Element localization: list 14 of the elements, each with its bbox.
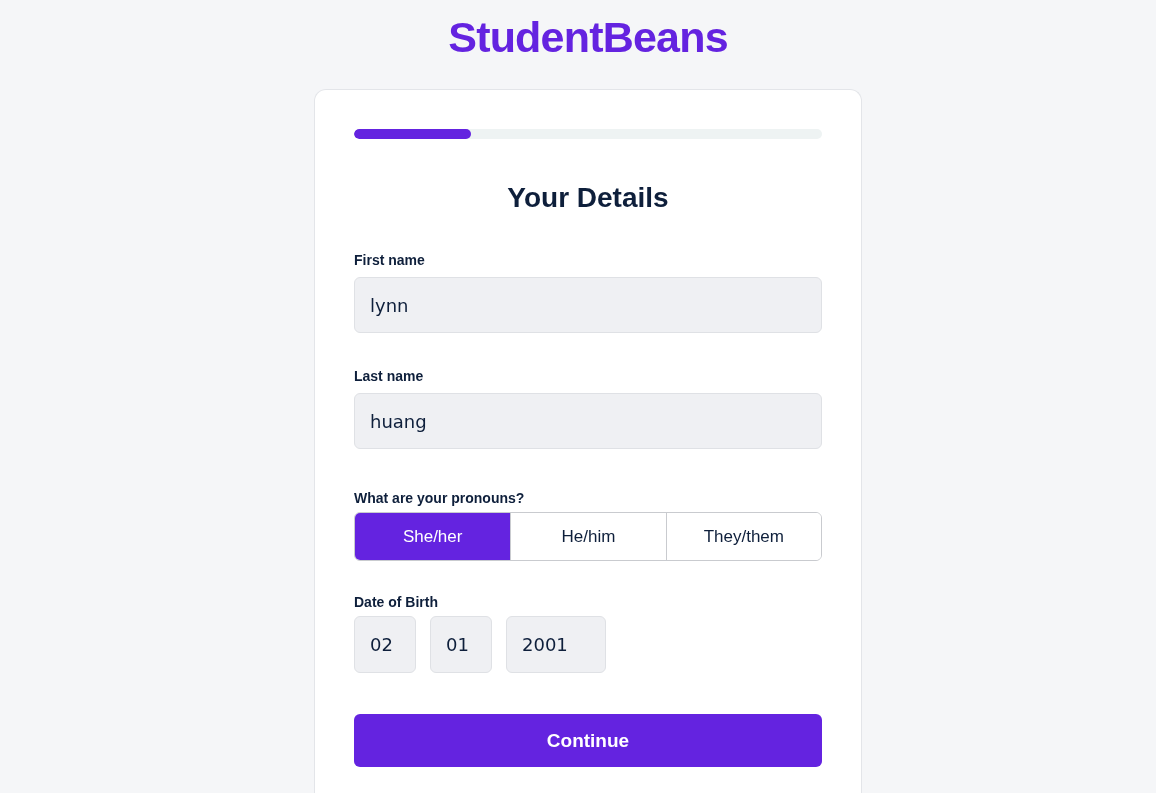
pronoun-option[interactable]: She/her bbox=[355, 513, 511, 560]
logo: StudentBeans bbox=[448, 14, 728, 60]
field-label: What are your pronouns? bbox=[354, 490, 525, 507]
date-input[interactable]: 01 bbox=[430, 616, 492, 673]
field-label: First name bbox=[354, 252, 425, 269]
date-input[interactable]: 2001 bbox=[506, 616, 606, 673]
text-input[interactable]: lynn bbox=[354, 277, 822, 333]
date-input[interactable]: 02 bbox=[354, 616, 416, 673]
field-label: Date of Birth bbox=[354, 594, 438, 611]
text-input[interactable]: huang bbox=[354, 393, 822, 449]
continue-button[interactable]: Continue bbox=[354, 714, 822, 767]
field-label: Last name bbox=[354, 368, 424, 385]
pronoun-option[interactable]: They/them bbox=[665, 513, 821, 560]
page-title: Your Details bbox=[506, 181, 670, 215]
